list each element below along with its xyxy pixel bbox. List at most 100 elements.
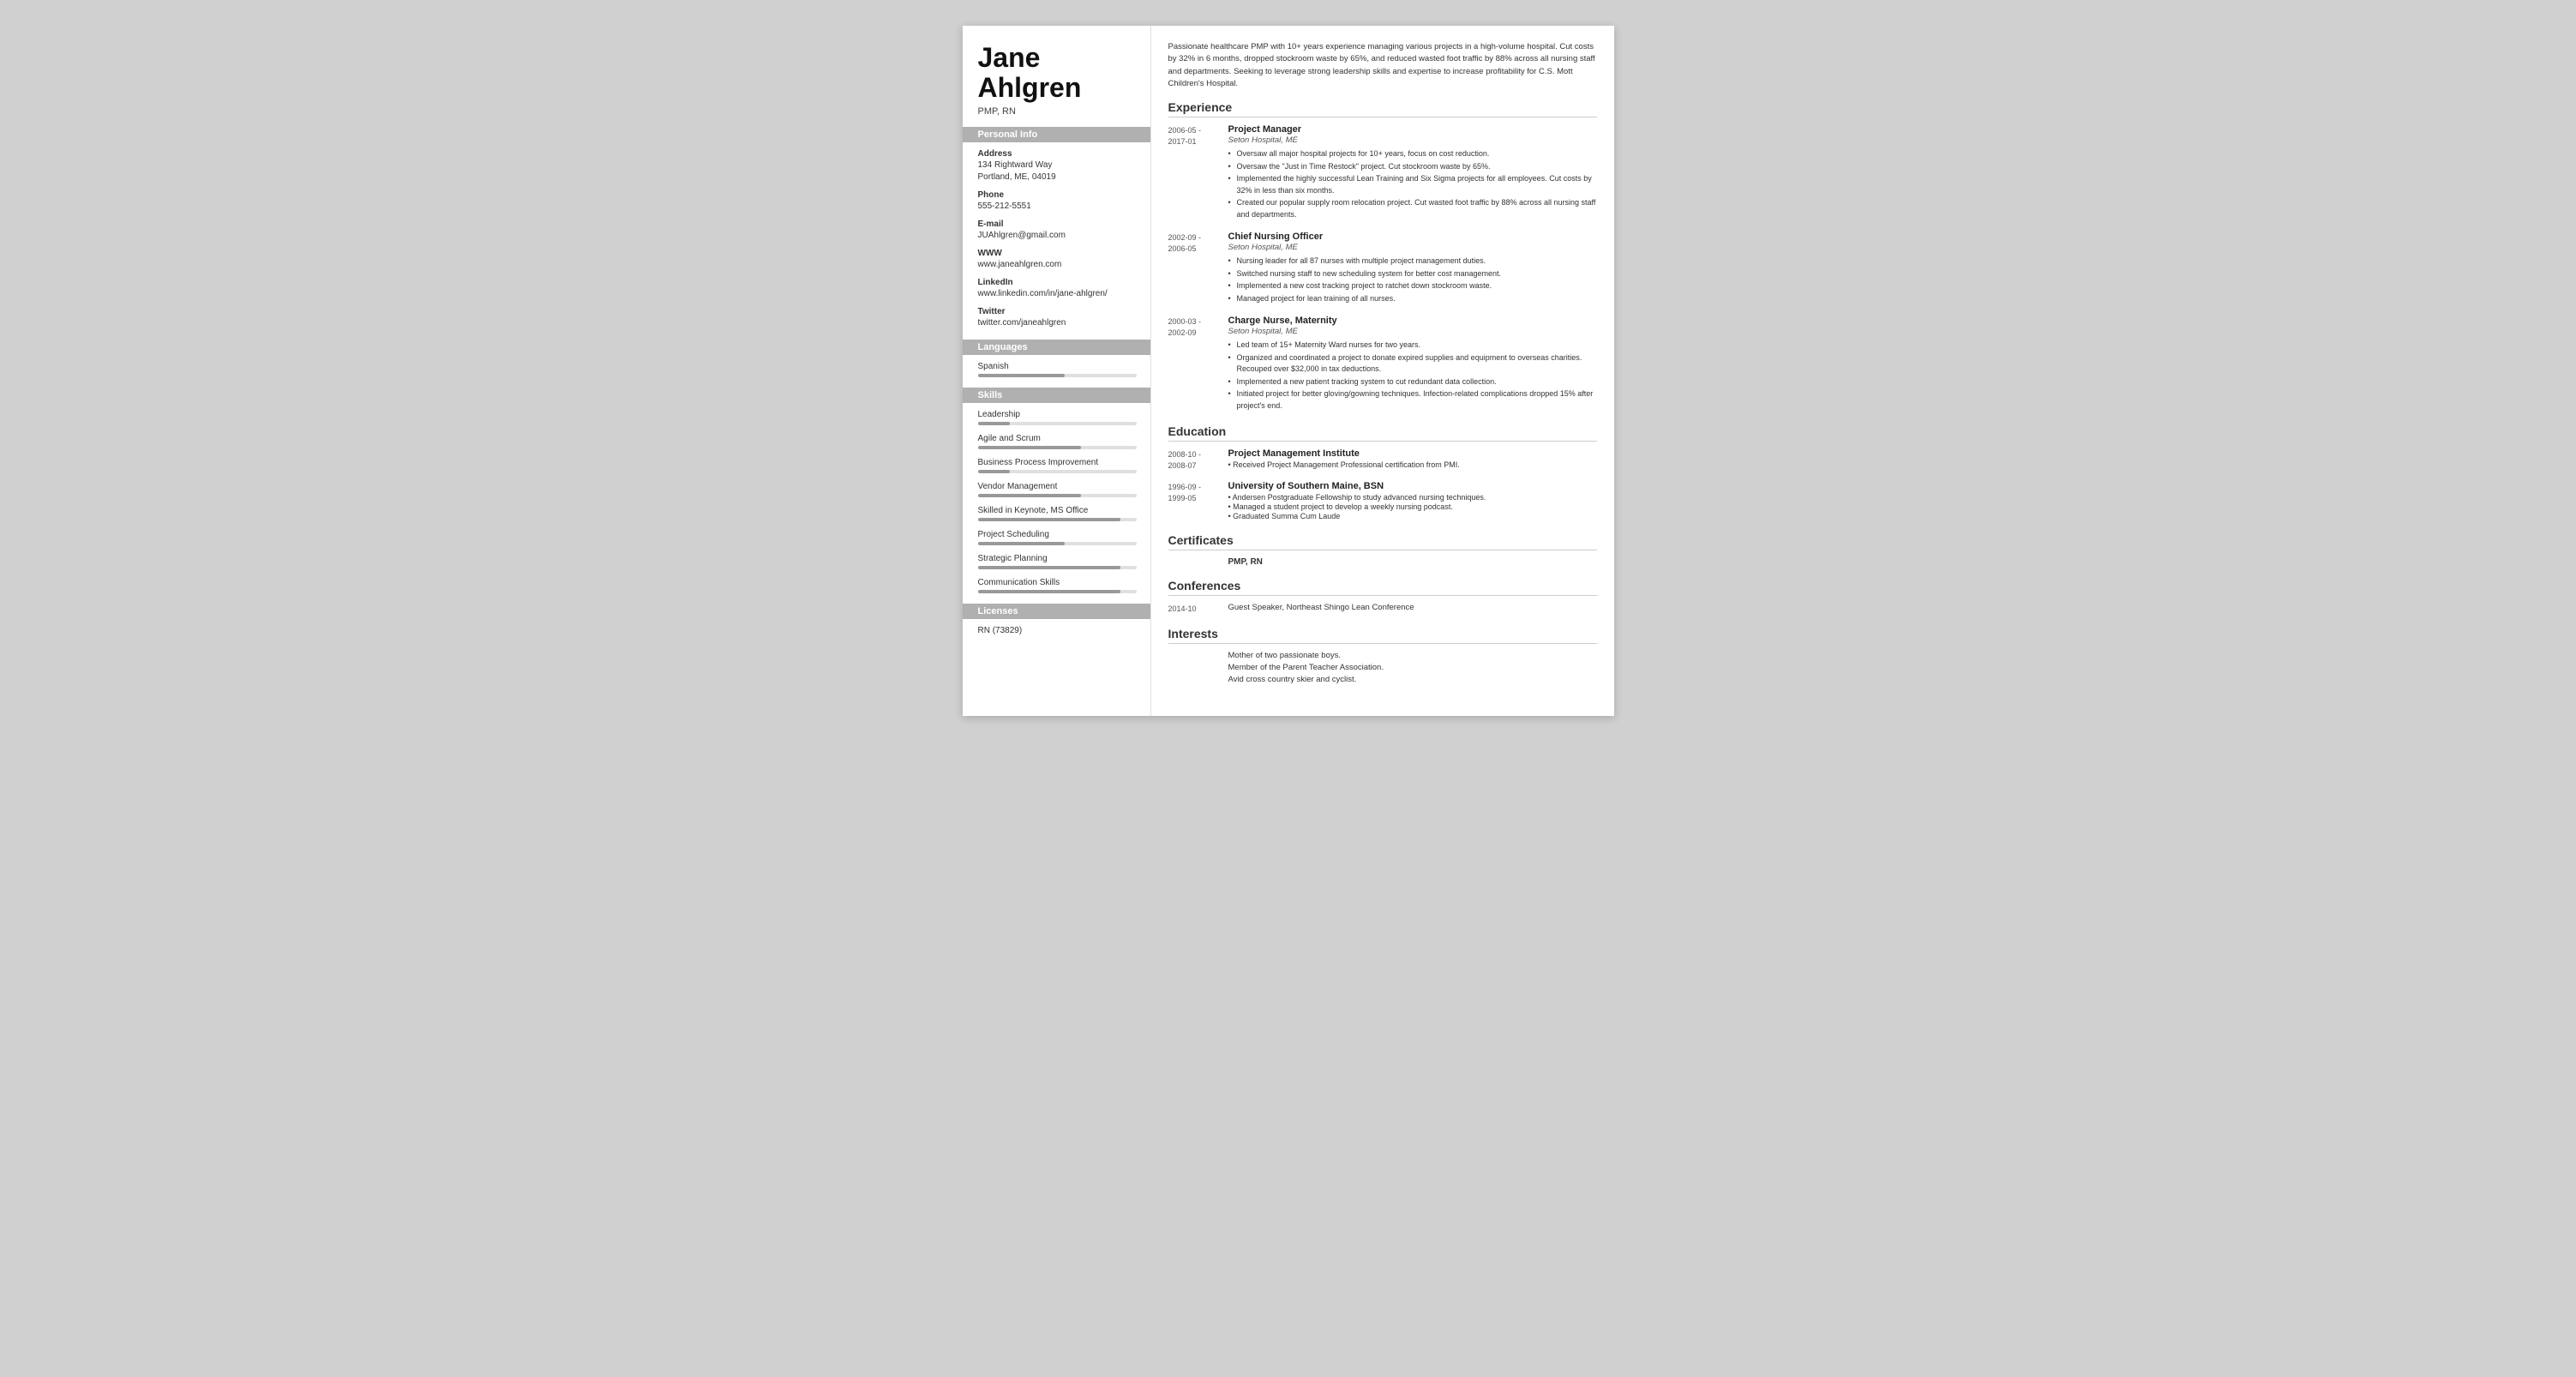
edu-title: University of Southern Maine, BSN	[1228, 481, 1597, 491]
job-bullets: Nursing leader for all 87 nurses with mu…	[1228, 256, 1597, 304]
exp-detail: Chief Nursing Officer Seton Hospital, ME…	[1228, 232, 1597, 305]
skill-bar-bg	[978, 566, 1137, 569]
summary-text: Passionate healthcare PMP with 10+ years…	[1168, 41, 1597, 90]
skill-bar-fill	[978, 494, 1081, 497]
conf-detail-text: Guest Speaker, Northeast Shingo Lean Con…	[1228, 603, 1597, 612]
job-company: Seton Hospital, ME	[1228, 243, 1597, 252]
twitter-label: Twitter	[978, 307, 1137, 316]
cert-date	[1168, 557, 1228, 567]
bullet-item: Initiated project for better gloving/gow…	[1228, 388, 1597, 412]
personal-info-header: Personal Info	[963, 127, 1150, 142]
bullet-item: Switched nursing staff to new scheduling…	[1228, 268, 1597, 280]
skill-item: Vendor Management	[978, 482, 1137, 497]
address-line1: 134 Rightward Way	[978, 159, 1137, 171]
conference-item: 2014-10 Guest Speaker, Northeast Shingo …	[1168, 603, 1597, 615]
education-header: Education	[1168, 424, 1597, 442]
person-name: Jane Ahlgren	[978, 43, 1137, 103]
language-bar-fill	[978, 374, 1066, 377]
edu-date: 1996-09 -1999-05	[1168, 481, 1228, 521]
skill-bar-bg	[978, 590, 1137, 593]
bullet-item: Implemented a new patient tracking syste…	[1228, 376, 1597, 388]
language-item: Spanish	[978, 362, 1137, 377]
experience-item: 2002-09 -2006-05 Chief Nursing Officer S…	[1168, 232, 1597, 305]
skill-bar-fill	[978, 566, 1121, 569]
bullet-item: Created our popular supply room relocati…	[1228, 197, 1597, 220]
email-value: JUAhlgren@gmail.com	[978, 230, 1137, 242]
experience-item: 2000-03 -2002-09 Charge Nurse, Maternity…	[1168, 316, 1597, 412]
interest-item: Mother of two passionate boys.	[1228, 651, 1597, 660]
sidebar: Jane Ahlgren PMP, RN Personal Info Addre…	[963, 26, 1151, 716]
interests-detail: Mother of two passionate boys. Member of …	[1228, 651, 1597, 687]
job-bullets: Led team of 15+ Maternity Ward nurses fo…	[1228, 340, 1597, 412]
skill-bar-bg	[978, 518, 1137, 521]
resume-wrapper: Jane Ahlgren PMP, RN Personal Info Addre…	[963, 26, 1614, 716]
conf-date: 2014-10	[1168, 603, 1228, 615]
language-name: Spanish	[978, 362, 1137, 371]
skill-name: Leadership	[978, 410, 1137, 419]
edu-detail-col: University of Southern Maine, BSN • Ande…	[1228, 481, 1597, 521]
job-company: Seton Hospital, ME	[1228, 327, 1597, 336]
certificates-list: PMP, RN	[1168, 557, 1597, 567]
email-label: E-mail	[978, 219, 1137, 229]
edu-detail: • Graduated Summa Cum Laude	[1228, 512, 1597, 520]
experience-header: Experience	[1168, 100, 1597, 117]
education-list: 2008-10 -2008-07 Project Management Inst…	[1168, 448, 1597, 521]
education-item: 2008-10 -2008-07 Project Management Inst…	[1168, 448, 1597, 471]
job-title: Project Manager	[1228, 124, 1597, 135]
main-content: Passionate healthcare PMP with 10+ years…	[1151, 26, 1614, 716]
skill-item: Project Scheduling	[978, 530, 1137, 545]
skill-bar-fill	[978, 446, 1081, 449]
interests-block: Mother of two passionate boys. Member of …	[1168, 651, 1597, 687]
cert-detail: PMP, RN	[1228, 557, 1597, 567]
www-value: www.janeahlgren.com	[978, 259, 1137, 271]
skill-item: Business Process Improvement	[978, 458, 1137, 473]
interests-list: Mother of two passionate boys. Member of …	[1168, 651, 1597, 687]
skill-name: Agile and Scrum	[978, 434, 1137, 443]
interest-item: Avid cross country skier and cyclist.	[1228, 675, 1597, 684]
edu-detail-col: Project Management Institute • Received …	[1228, 448, 1597, 471]
bullet-item: Oversaw all major hospital projects for …	[1228, 148, 1597, 160]
skill-name: Business Process Improvement	[978, 458, 1137, 467]
exp-date: 2006-05 -2017-01	[1168, 124, 1228, 221]
edu-title: Project Management Institute	[1228, 448, 1597, 459]
interests-date	[1168, 651, 1228, 687]
skill-name: Skilled in Keynote, MS Office	[978, 506, 1137, 515]
linkedin-label: LinkedIn	[978, 278, 1137, 287]
exp-detail: Charge Nurse, Maternity Seton Hospital, …	[1228, 316, 1597, 412]
job-title: Chief Nursing Officer	[1228, 232, 1597, 242]
job-company: Seton Hospital, ME	[1228, 135, 1597, 145]
skill-bar-bg	[978, 542, 1137, 545]
edu-detail: • Managed a student project to develop a…	[1228, 502, 1597, 511]
skill-bar-fill	[978, 590, 1121, 593]
bullet-item: Led team of 15+ Maternity Ward nurses fo…	[1228, 340, 1597, 352]
twitter-value: twitter.com/janeahlgren	[978, 317, 1137, 329]
interest-item: Member of the Parent Teacher Association…	[1228, 663, 1597, 672]
skill-name: Communication Skills	[978, 578, 1137, 587]
skill-bar-bg	[978, 422, 1137, 425]
job-bullets: Oversaw all major hospital projects for …	[1228, 148, 1597, 220]
conf-detail: Guest Speaker, Northeast Shingo Lean Con…	[1228, 603, 1597, 615]
bullet-item: Nursing leader for all 87 nurses with mu…	[1228, 256, 1597, 268]
phone-label: Phone	[978, 190, 1137, 200]
skill-bar-fill	[978, 542, 1066, 545]
address-label: Address	[978, 149, 1137, 159]
experience-list: 2006-05 -2017-01 Project Manager Seton H…	[1168, 124, 1597, 412]
languages-header: Languages	[963, 340, 1150, 355]
certificates-header: Certificates	[1168, 533, 1597, 550]
skill-item: Leadership	[978, 410, 1137, 425]
skill-name: Vendor Management	[978, 482, 1137, 491]
skills-list: Leadership Agile and Scrum Business Proc…	[978, 410, 1137, 593]
skill-item: Skilled in Keynote, MS Office	[978, 506, 1137, 521]
experience-item: 2006-05 -2017-01 Project Manager Seton H…	[1168, 124, 1597, 221]
job-title: Charge Nurse, Maternity	[1228, 316, 1597, 326]
edu-date: 2008-10 -2008-07	[1168, 448, 1228, 471]
education-section: Education 2008-10 -2008-07 Project Manag…	[1168, 424, 1597, 521]
exp-detail: Project Manager Seton Hospital, ME Overs…	[1228, 124, 1597, 221]
experience-section: Experience 2006-05 -2017-01 Project Mana…	[1168, 100, 1597, 412]
credentials: PMP, RN	[978, 106, 1137, 117]
certificates-section: Certificates PMP, RN	[1168, 533, 1597, 567]
address-line2: Portland, ME, 04019	[978, 171, 1137, 183]
bullet-item: Organized and coordinated a project to d…	[1228, 352, 1597, 376]
phone-value: 555-212-5551	[978, 201, 1137, 213]
conferences-header: Conferences	[1168, 579, 1597, 596]
